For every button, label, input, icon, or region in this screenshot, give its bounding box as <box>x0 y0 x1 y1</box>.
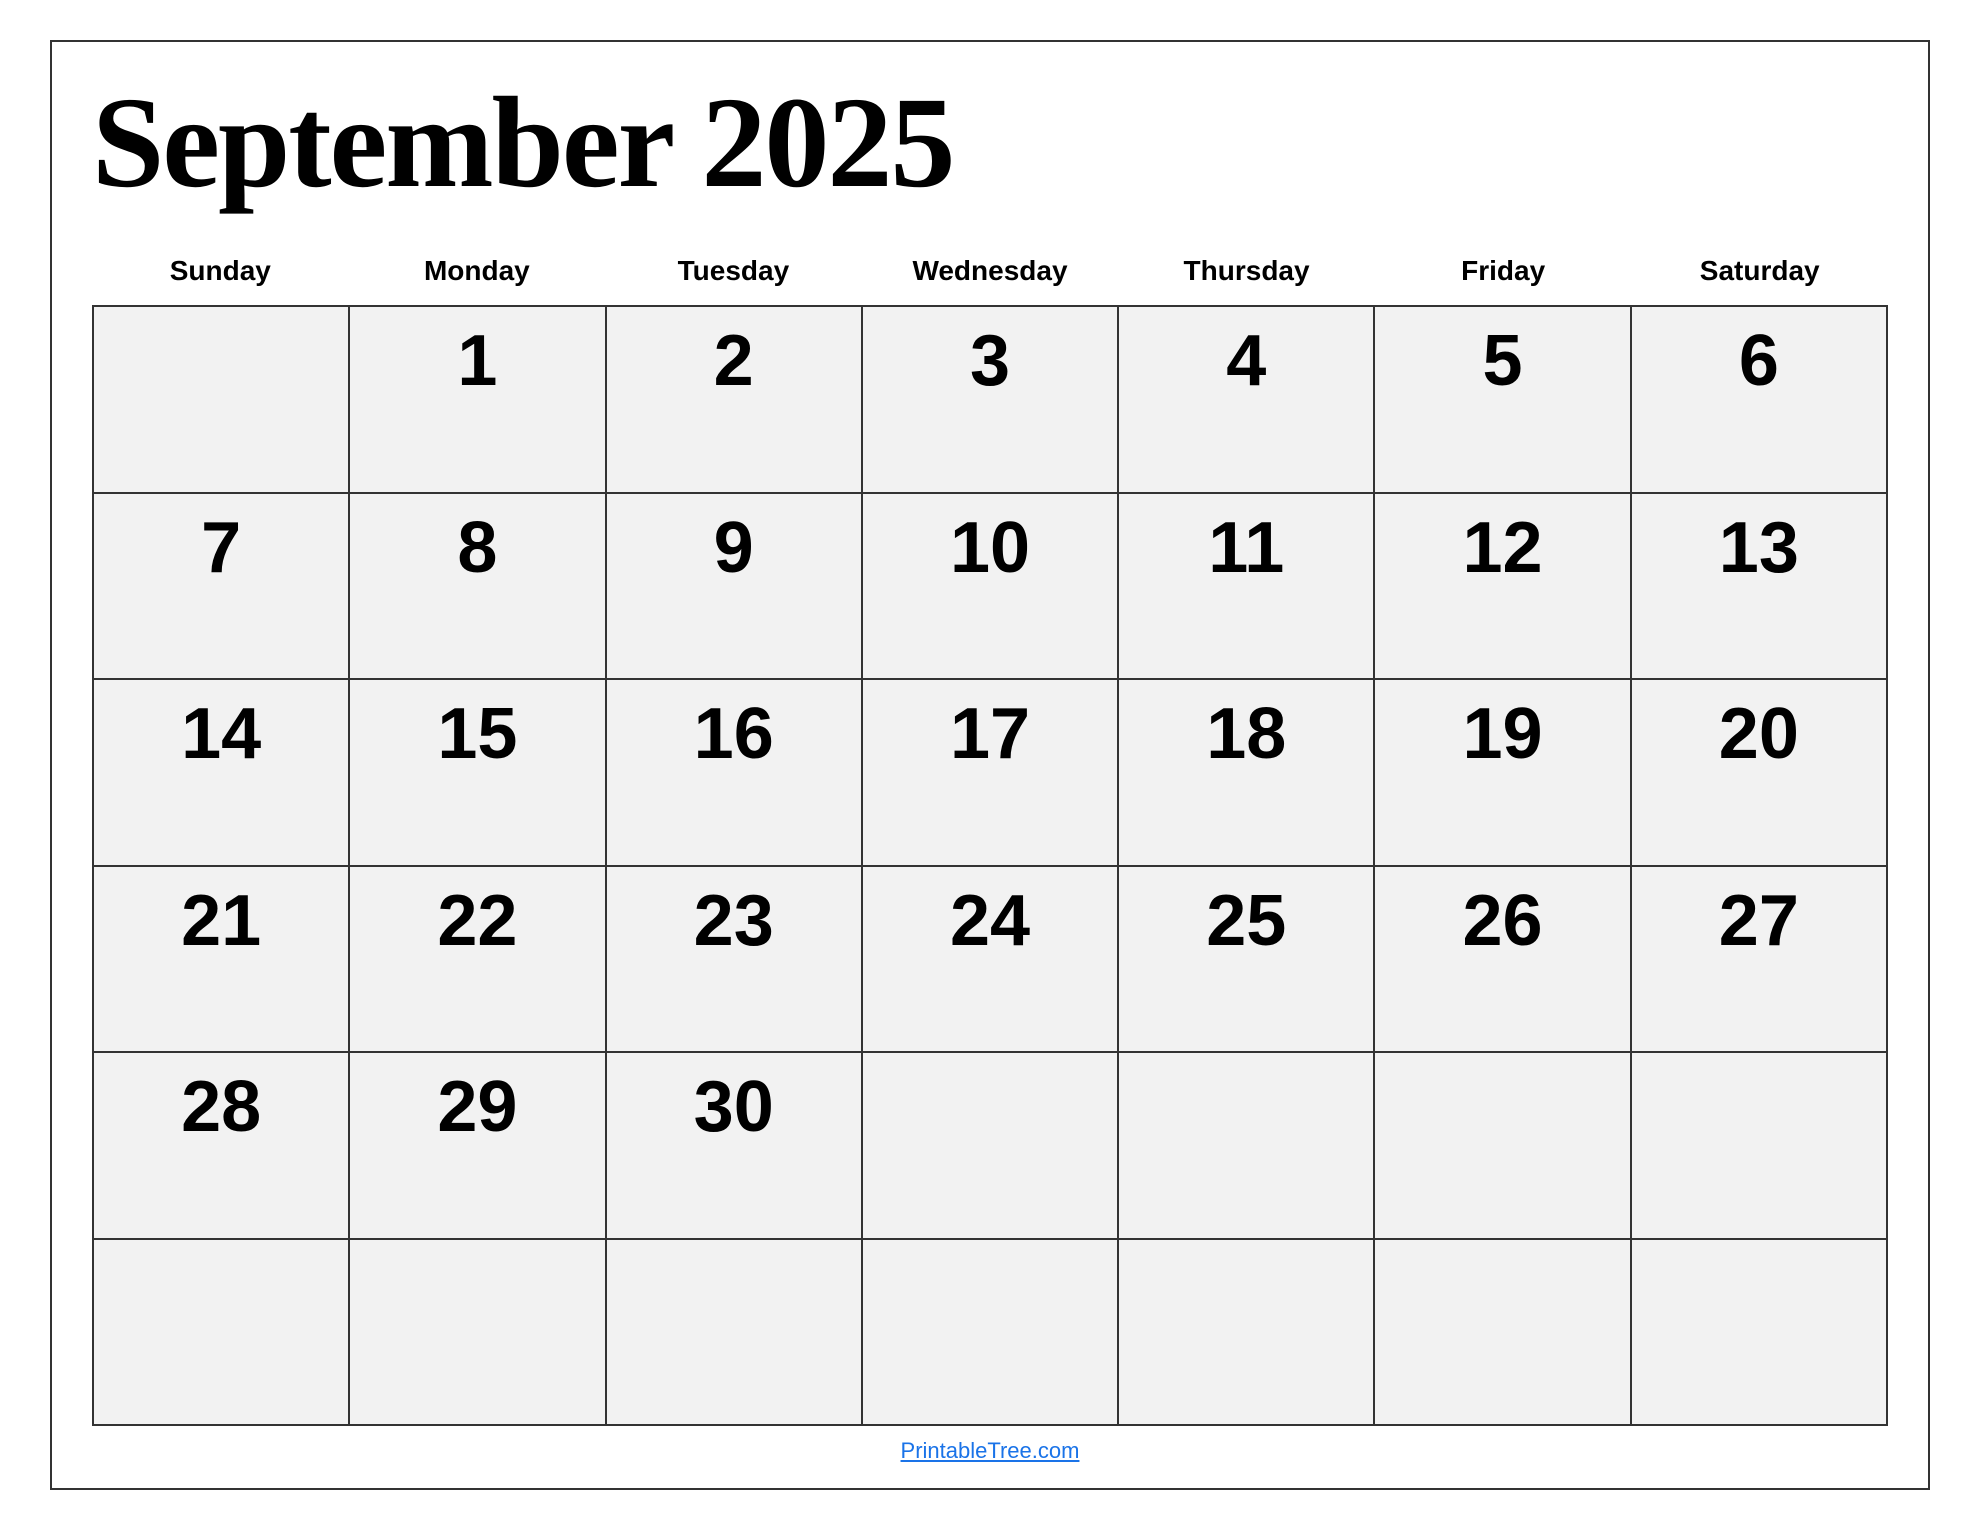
day-number: 26 <box>1463 885 1543 957</box>
calendar-cell: 29 <box>350 1053 606 1238</box>
day-number: 3 <box>970 325 1010 397</box>
calendar-row: 21 22 23 24 25 26 27 <box>94 867 1888 1054</box>
day-header-monday: Monday <box>349 245 606 297</box>
day-number: 25 <box>1206 885 1286 957</box>
day-number: 29 <box>437 1071 517 1143</box>
calendar-cell: 26 <box>1375 867 1631 1052</box>
day-number: 16 <box>694 698 774 770</box>
calendar-cell: 21 <box>94 867 350 1052</box>
footer: PrintableTree.com <box>92 1426 1888 1468</box>
day-number: 4 <box>1226 325 1266 397</box>
calendar-cell <box>94 307 350 492</box>
calendar-cell: 1 <box>350 307 606 492</box>
calendar-cell <box>350 1240 606 1425</box>
calendar-cell <box>1632 1240 1888 1425</box>
day-number: 8 <box>457 512 497 584</box>
day-number: 23 <box>694 885 774 957</box>
day-number: 27 <box>1719 885 1799 957</box>
calendar-cell: 19 <box>1375 680 1631 865</box>
day-number: 30 <box>694 1071 774 1143</box>
day-header-thursday: Thursday <box>1118 245 1375 297</box>
calendar-row: 14 15 16 17 18 19 20 <box>94 680 1888 867</box>
day-number: 18 <box>1206 698 1286 770</box>
calendar-cell: 22 <box>350 867 606 1052</box>
calendar-cell: 24 <box>863 867 1119 1052</box>
day-header-tuesday: Tuesday <box>605 245 862 297</box>
calendar-row: 1 2 3 4 5 6 <box>94 307 1888 494</box>
calendar-cell: 13 <box>1632 494 1888 679</box>
calendar-grid: SundayMondayTuesdayWednesdayThursdayFrid… <box>92 245 1888 1426</box>
day-number: 17 <box>950 698 1030 770</box>
day-number: 5 <box>1483 325 1523 397</box>
calendar-cell: 20 <box>1632 680 1888 865</box>
calendar-cell: 8 <box>350 494 606 679</box>
calendar-cell: 27 <box>1632 867 1888 1052</box>
day-number: 6 <box>1739 325 1779 397</box>
day-number: 13 <box>1719 512 1799 584</box>
day-number: 12 <box>1463 512 1543 584</box>
calendar-cell <box>94 1240 350 1425</box>
day-number: 14 <box>181 698 261 770</box>
day-number: 9 <box>714 512 754 584</box>
calendar-cell: 28 <box>94 1053 350 1238</box>
day-number: 28 <box>181 1071 261 1143</box>
calendar-cell: 2 <box>607 307 863 492</box>
calendar-cell: 12 <box>1375 494 1631 679</box>
calendar-cell <box>863 1240 1119 1425</box>
day-number: 21 <box>181 885 261 957</box>
calendar-cell <box>1119 1240 1375 1425</box>
calendar-cell: 17 <box>863 680 1119 865</box>
calendar-cell: 4 <box>1119 307 1375 492</box>
day-number: 19 <box>1463 698 1543 770</box>
calendar-rows: 1234567891011121314151617181920212223242… <box>92 305 1888 1426</box>
calendar-title: September 2025 <box>92 72 1888 215</box>
calendar-cell <box>863 1053 1119 1238</box>
day-header-friday: Friday <box>1375 245 1632 297</box>
calendar-cell: 16 <box>607 680 863 865</box>
day-number: 2 <box>714 325 754 397</box>
calendar-cell: 9 <box>607 494 863 679</box>
footer-link[interactable]: PrintableTree.com <box>901 1438 1080 1463</box>
day-number: 22 <box>437 885 517 957</box>
calendar-cell: 11 <box>1119 494 1375 679</box>
calendar-cell: 15 <box>350 680 606 865</box>
day-number: 7 <box>201 512 241 584</box>
calendar-cell: 14 <box>94 680 350 865</box>
day-number: 24 <box>950 885 1030 957</box>
day-header-saturday: Saturday <box>1631 245 1888 297</box>
calendar-row: 28 29 30 <box>94 1053 1888 1240</box>
day-headers: SundayMondayTuesdayWednesdayThursdayFrid… <box>92 245 1888 297</box>
day-header-sunday: Sunday <box>92 245 349 297</box>
calendar-cell <box>1119 1053 1375 1238</box>
calendar-cell: 7 <box>94 494 350 679</box>
calendar-cell: 23 <box>607 867 863 1052</box>
calendar-cell: 10 <box>863 494 1119 679</box>
calendar-cell <box>1375 1240 1631 1425</box>
day-number: 15 <box>437 698 517 770</box>
calendar-cell: 5 <box>1375 307 1631 492</box>
calendar-cell <box>1375 1053 1631 1238</box>
calendar-row <box>94 1240 1888 1427</box>
calendar-cell: 25 <box>1119 867 1375 1052</box>
calendar-cell <box>607 1240 863 1425</box>
calendar-cell: 30 <box>607 1053 863 1238</box>
calendar-cell: 18 <box>1119 680 1375 865</box>
calendar-row: 7 8 9 10 11 12 13 <box>94 494 1888 681</box>
day-number: 11 <box>1208 512 1284 584</box>
day-header-wednesday: Wednesday <box>862 245 1119 297</box>
day-number: 1 <box>457 325 497 397</box>
calendar-container: September 2025 SundayMondayTuesdayWednes… <box>50 40 1930 1490</box>
calendar-cell <box>1632 1053 1888 1238</box>
day-number: 20 <box>1719 698 1799 770</box>
day-number: 10 <box>950 512 1030 584</box>
calendar-cell: 3 <box>863 307 1119 492</box>
calendar-cell: 6 <box>1632 307 1888 492</box>
